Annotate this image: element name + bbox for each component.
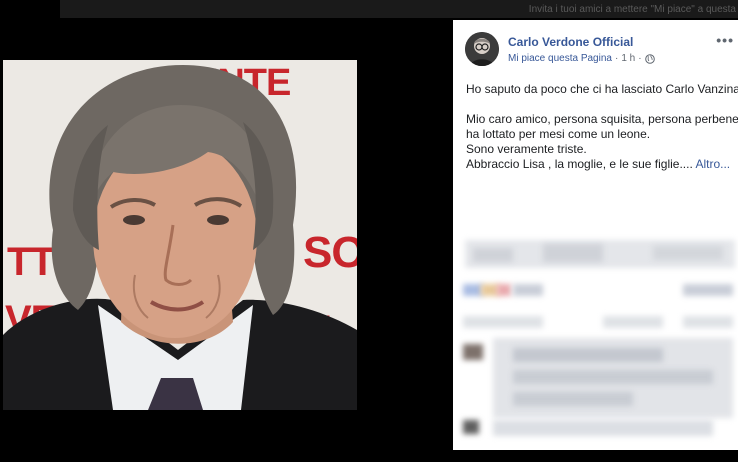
post-photo[interactable]: ENTE SO TTU VE I	[3, 60, 357, 410]
page-avatar[interactable]	[465, 32, 499, 66]
post-line: Sono veramente triste.	[466, 142, 587, 156]
post-line: ha lottato per mesi come un leone.	[466, 127, 651, 141]
facebook-post-card: Carlo Verdone Official Mi piace questa P…	[453, 20, 738, 450]
background-invite-text: Invita i tuoi amici a mettere "Mi piace"…	[528, 4, 736, 15]
post-line-text: Abbraccio Lisa , la moglie, e le sue fig…	[466, 157, 693, 171]
post-line: Ho saputo da poco che ci ha lasciato Car…	[466, 82, 738, 96]
post-time[interactable]: 1 h	[621, 53, 635, 64]
post-body: Ho saputo da poco che ci ha lasciato Car…	[466, 82, 738, 172]
post-line-blank	[466, 97, 738, 112]
background-page-strip: Invita i tuoi amici a mettere "Mi piace"…	[60, 0, 738, 18]
more-options-button[interactable]: •••	[716, 32, 734, 48]
globe-icon	[644, 53, 655, 64]
portrait-illustration	[3, 65, 357, 410]
post-line: Mio caro amico, persona squisita, person…	[466, 112, 738, 126]
page-name-link[interactable]: Carlo Verdone Official	[508, 35, 633, 49]
post-line: Abbraccio Lisa , la moglie, e le sue fig…	[466, 157, 738, 172]
like-page-link[interactable]: Mi piace questa Pagina	[508, 53, 612, 64]
meta-separator: ·	[614, 53, 619, 64]
post-meta: Mi piace questa Pagina · 1 h ·	[508, 53, 655, 64]
see-more-link[interactable]: Altro...	[695, 157, 730, 171]
blurred-comments-area	[453, 220, 738, 450]
meta-separator-2: ·	[638, 53, 642, 64]
